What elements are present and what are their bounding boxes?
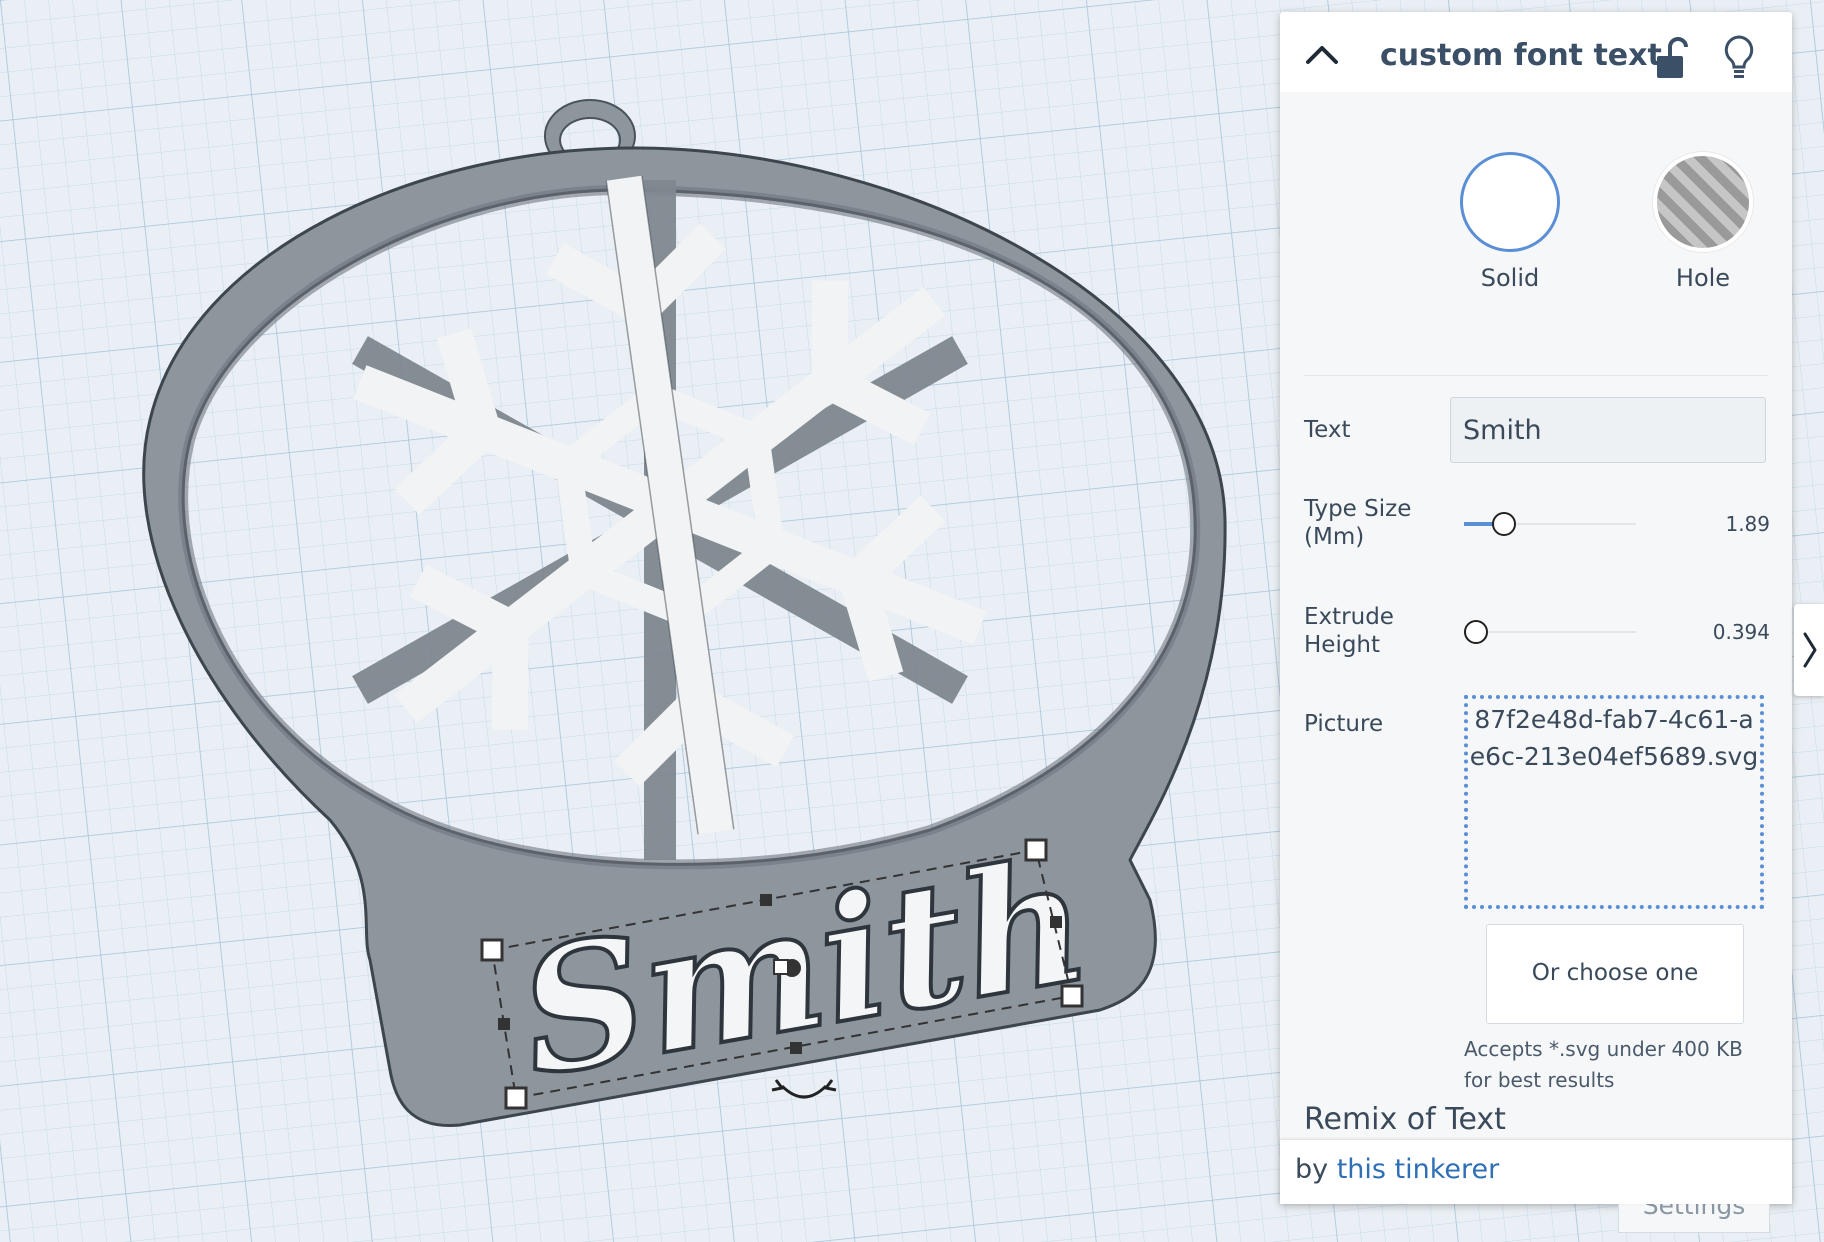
type-size-value: 1.89	[1725, 512, 1770, 536]
type-size-fill	[1464, 522, 1495, 526]
remix-title: Remix of Text	[1304, 1102, 1506, 1137]
type-size-label: Type Size (Mm)	[1304, 495, 1411, 551]
extrude-label-line1: Extrude	[1304, 604, 1394, 630]
extrude-track	[1464, 631, 1636, 633]
extrude-height-value: 0.394	[1712, 620, 1770, 644]
extrude-height-label: Extrude Height	[1304, 603, 1394, 659]
author-line: by this tinkerer	[1295, 1154, 1499, 1185]
text-input[interactable]	[1450, 397, 1766, 463]
accepts-note: Accepts *.svg under 400 KB for best resu…	[1464, 1037, 1743, 1092]
lightbulb-button[interactable]	[1722, 34, 1756, 82]
type-size-slider[interactable]	[1464, 510, 1636, 538]
collapse-panel-button[interactable]	[1302, 40, 1342, 70]
picture-filename: 87f2e48d-fab7-4c61-ae6c-213e04ef5689.svg	[1469, 705, 1759, 771]
hole-swatch	[1653, 152, 1753, 252]
solid-label: Solid	[1480, 264, 1540, 292]
shape-inspector-panel: custom font text Solid Hole Text Smith T…	[1280, 12, 1792, 1204]
lightbulb-icon	[1724, 35, 1754, 78]
unlock-icon	[1657, 37, 1688, 78]
picture-label: Picture	[1304, 711, 1384, 737]
chevron-right-icon	[1803, 632, 1817, 668]
type-size-label-line1: Type Size	[1304, 496, 1412, 522]
solid-swatch	[1460, 152, 1560, 252]
hole-label: Hole	[1675, 264, 1731, 292]
by-prefix: by	[1295, 1154, 1337, 1185]
type-size-label-line2: (Mm)	[1304, 524, 1365, 550]
hole-option[interactable]: Hole	[1633, 152, 1773, 292]
section-divider	[1304, 375, 1768, 376]
lock-button[interactable]	[1654, 36, 1688, 80]
panel-title: custom font text	[1380, 38, 1662, 73]
text-label: Text	[1304, 417, 1351, 443]
remix-footer: by this tinkerer	[1280, 1140, 1792, 1204]
choose-picture-button[interactable]: Or choose one	[1486, 924, 1744, 1024]
type-size-thumb[interactable]	[1492, 512, 1517, 536]
chevron-up-icon	[1306, 46, 1338, 64]
panel-body: Solid Hole Text Type Size (Mm) 1.89 Extr…	[1280, 92, 1792, 1204]
extrude-thumb[interactable]	[1464, 620, 1488, 644]
extrude-height-slider[interactable]	[1464, 618, 1636, 646]
author-link[interactable]: this tinkerer	[1337, 1154, 1500, 1185]
picture-dropzone[interactable]: 87f2e48d-fab7-4c61-ae6c-213e04ef5689.svg	[1464, 695, 1764, 909]
expand-side-panel-button[interactable]	[1794, 604, 1824, 696]
extrude-label-line2: Height	[1304, 632, 1381, 658]
solid-option[interactable]: Solid	[1440, 152, 1580, 292]
panel-header: custom font text	[1280, 12, 1792, 93]
